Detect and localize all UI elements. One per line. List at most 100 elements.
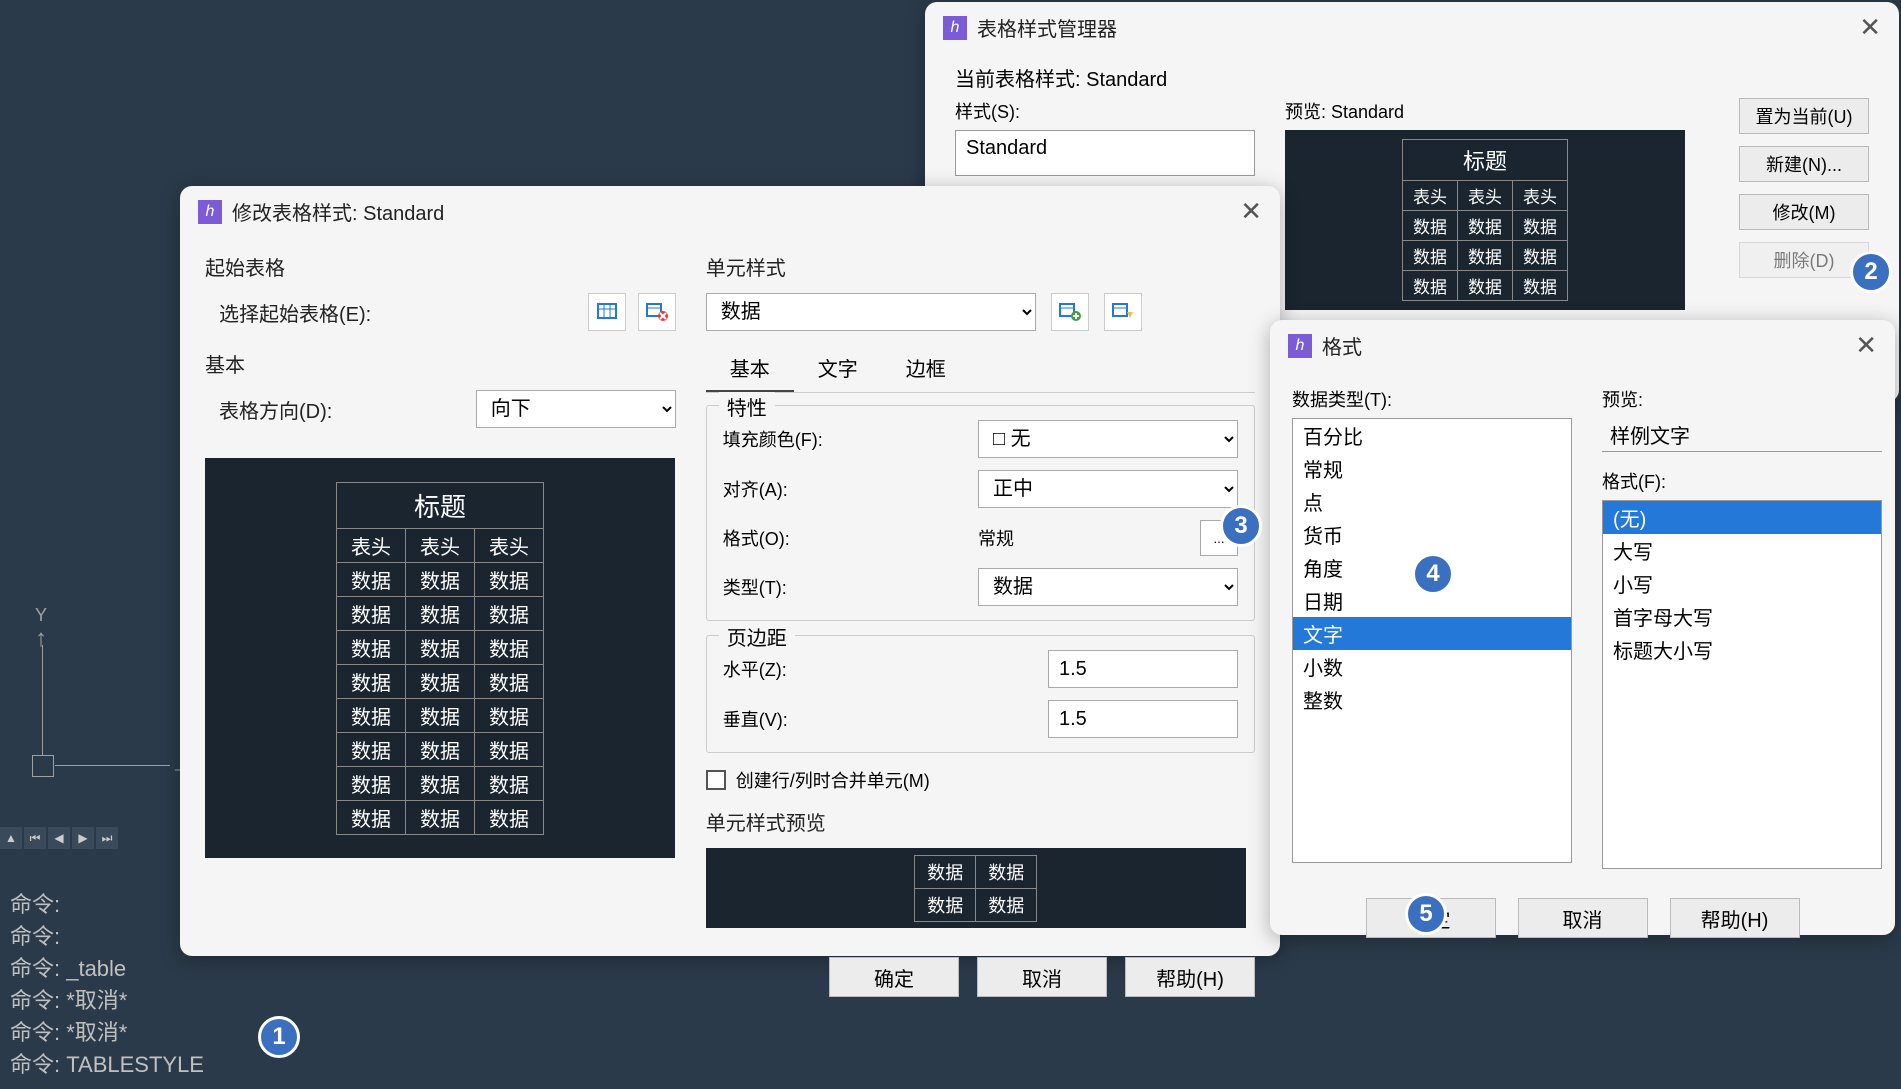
set-current-button[interactable]: 置为当前(U) [1739,98,1869,134]
cell-preview-label: 单元样式预览 [706,807,1255,836]
cell-style-section-label: 单元样式 [706,252,1255,281]
axis-line-horizontal [55,765,170,766]
preview-title-cell: 标题 [1403,140,1568,181]
horizontal-margin-input[interactable] [1048,650,1238,688]
axis-y-label: Y [35,605,47,626]
manage-cell-style-icon[interactable] [1104,293,1142,331]
nav-up-icon[interactable]: ▲ [0,827,22,849]
modify-table-style-dialog: h 修改表格样式: Standard ✕ 起始表格 选择起始表格(E): 基本 … [180,186,1280,956]
cancel-button[interactable]: 取消 [1518,898,1648,938]
format-list-label: 格式(F): [1602,468,1882,494]
select-start-label: 选择起始表格(E): [219,298,371,327]
format-item[interactable]: 标题大小写 [1603,633,1881,666]
new-button[interactable]: 新建(N)... [1739,146,1869,182]
format-preview-label: 预览: [1602,386,1882,412]
axis-origin-icon [32,755,54,777]
ok-button[interactable]: 确定 [829,957,959,997]
axis-line-vertical [42,645,43,755]
format-item[interactable]: 首字母大写 [1603,600,1881,633]
type-label: 类型(T): [723,574,787,600]
sample-text-display: 样例文字 [1602,418,1882,452]
cell-style-tabs: 基本 文字 边框 [706,345,1255,393]
properties-group-title: 特性 [719,392,775,421]
merge-checkbox[interactable] [706,770,726,790]
axis-arrow-up-icon: ↑ [35,625,47,653]
styles-listbox[interactable]: Standard [955,130,1255,176]
table-preview-large: 标题 表头表头表头 数据数据数据 数据数据数据 数据数据数据 数据数据数据 数据… [336,482,544,835]
nav-last-icon[interactable]: ⏭ [96,827,118,849]
data-type-item[interactable]: 百分比 [1293,419,1571,452]
help-button[interactable]: 帮助(H) [1670,898,1800,938]
app-icon: h [1288,334,1312,358]
cell-preview-table: 数据数据 数据数据 [914,855,1037,922]
horizontal-margin-label: 水平(Z): [723,656,787,682]
properties-group: 特性 填充颜色(F): □ 无 对齐(A): 正中 格式(O): 常 [706,405,1255,621]
data-type-item[interactable]: 小数 [1293,650,1571,683]
close-icon[interactable]: ✕ [1240,196,1262,227]
current-style-label: 当前表格样式: Standard [955,63,1869,92]
format-label: 格式(O): [723,525,790,551]
align-select[interactable]: 正中 [978,470,1238,508]
direction-select[interactable]: 向下 [476,390,676,428]
basic-section-label: 基本 [205,349,676,378]
data-type-item[interactable]: 点 [1293,485,1571,518]
direction-label: 表格方向(D): [219,395,332,424]
step-badge-5: 5 [1405,893,1447,935]
start-section-label: 起始表格 [205,252,676,281]
remove-table-icon[interactable] [638,293,676,331]
modify-titlebar: h 修改表格样式: Standard ✕ [180,186,1280,237]
command-row: 命令: TABLESTYLE [10,1049,1891,1081]
cell-style-select[interactable]: 数据 [706,293,1036,331]
format-listbox[interactable]: (无)大写小写首字母大写标题大小写 [1602,500,1882,869]
preview-label: 预览: Standard [1285,98,1709,124]
large-preview-area: 标题 表头表头表头 数据数据数据 数据数据数据 数据数据数据 数据数据数据 数据… [205,458,675,858]
format-value: 常规 [978,525,1194,551]
close-icon[interactable]: ✕ [1859,12,1881,43]
manager-titlebar: h 表格样式管理器 ✕ [925,2,1899,53]
style-list-item[interactable]: Standard [966,137,1244,160]
help-button[interactable]: 帮助(H) [1125,957,1255,997]
type-select[interactable]: 数据 [978,568,1238,606]
data-type-label: 数据类型(T): [1292,386,1572,412]
preview-title-cell: 标题 [337,482,544,528]
merge-checkbox-label: 创建行/列时合并单元(M) [736,767,930,793]
fill-color-select[interactable]: □ 无 [978,420,1238,458]
format-dialog: h 格式 ✕ 数据类型(T): 百分比常规点货币角度日期文字小数整数 预览: 样… [1270,320,1895,935]
data-type-listbox[interactable]: 百分比常规点货币角度日期文字小数整数 [1292,418,1572,863]
data-type-item[interactable]: 货币 [1293,518,1571,551]
tab-basic[interactable]: 基本 [706,345,794,392]
preview-area: 标题 表头表头表头 数据数据数据 数据数据数据 数据数据数据 [1285,130,1685,310]
layout-nav-strip: ▲ ⏮ ◀ ▶ ⏭ [0,827,118,849]
new-cell-style-icon[interactable] [1051,293,1089,331]
tab-border[interactable]: 边框 [882,345,970,392]
modify-button[interactable]: 修改(M) [1739,194,1869,230]
table-preview: 标题 表头表头表头 数据数据数据 数据数据数据 数据数据数据 [1402,139,1568,301]
data-type-item[interactable]: 文字 [1293,617,1571,650]
nav-first-icon[interactable]: ⏮ [24,827,46,849]
data-type-item[interactable]: 常规 [1293,452,1571,485]
select-table-icon[interactable] [588,293,626,331]
nav-prev-icon[interactable]: ◀ [48,827,70,849]
app-icon: h [943,16,967,40]
format-item[interactable]: (无) [1603,501,1881,534]
format-dialog-title: 格式 [1322,331,1362,360]
cancel-button[interactable]: 取消 [977,957,1107,997]
vertical-margin-input[interactable] [1048,700,1238,738]
app-icon: h [198,200,222,224]
step-badge-4: 4 [1412,553,1454,595]
align-label: 对齐(A): [723,476,788,502]
tab-text[interactable]: 文字 [794,345,882,392]
format-item[interactable]: 小写 [1603,567,1881,600]
fill-color-label: 填充颜色(F): [723,426,823,452]
step-badge-1: 1 [258,1016,300,1058]
nav-next-icon[interactable]: ▶ [72,827,94,849]
data-type-item[interactable]: 整数 [1293,683,1571,716]
close-icon[interactable]: ✕ [1855,330,1877,361]
cell-preview-area: 数据数据 数据数据 [706,848,1246,928]
vertical-margin-label: 垂直(V): [723,706,788,732]
modify-title: 修改表格样式: Standard [232,197,444,226]
step-badge-2: 2 [1850,251,1892,293]
styles-label: 样式(S): [955,98,1255,124]
format-titlebar: h 格式 ✕ [1270,320,1895,371]
format-item[interactable]: 大写 [1603,534,1881,567]
